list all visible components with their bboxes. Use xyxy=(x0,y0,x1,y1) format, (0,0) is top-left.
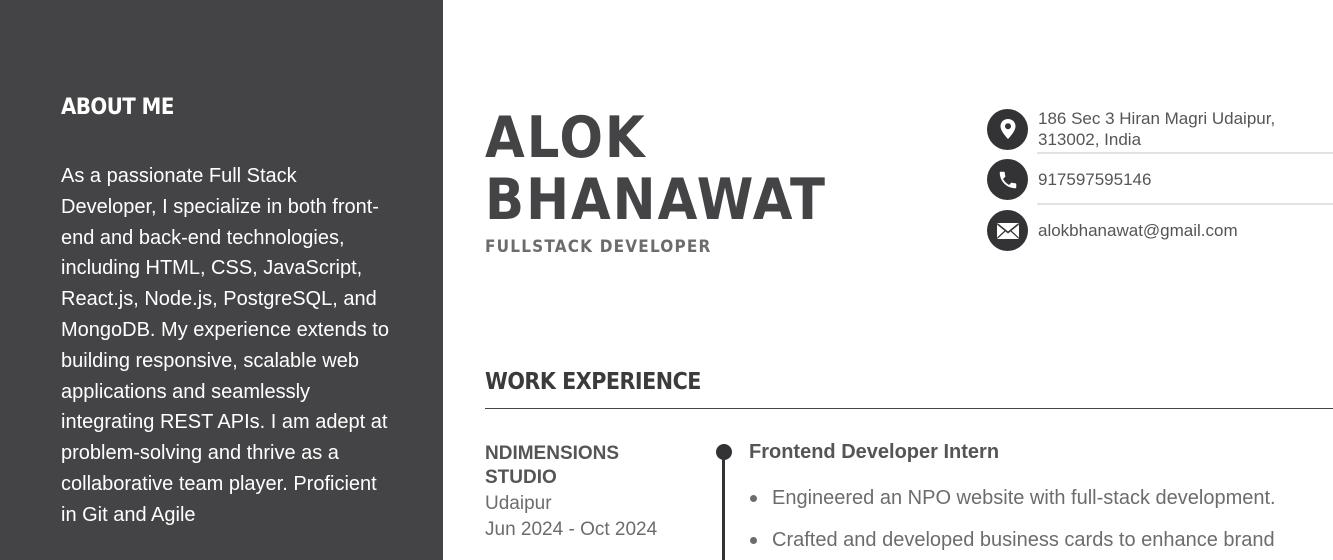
timeline-line xyxy=(722,455,725,560)
resume-page: About Me As a passionate Full Stack Deve… xyxy=(0,0,1333,560)
last-name: Bhanawat xyxy=(485,167,827,233)
section-divider xyxy=(485,408,1333,409)
work-experience-heading: Work Experience xyxy=(485,369,701,395)
phone-icon xyxy=(987,159,1028,200)
envelope-icon xyxy=(987,210,1028,251)
job-dates: Jun 2024 - Oct 2024 xyxy=(485,519,658,540)
company-name: NDimensions Studio xyxy=(485,443,620,488)
location-pin-icon xyxy=(987,108,1028,150)
contact-phone: 917597595146 xyxy=(987,159,1333,200)
candidate-name: Alok Bhanawat xyxy=(485,107,827,231)
about-me-heading: About Me xyxy=(61,95,174,120)
list-item: Engineered an NPO website with full-stac… xyxy=(749,486,1333,510)
email-link[interactable]: alokbhanawat@gmail.com xyxy=(1038,220,1333,241)
company-location: Udaipur xyxy=(485,493,552,514)
about-me-text: As a passionate Full Stack Developer, I … xyxy=(61,165,389,526)
job-title: Frontend Developer Intern xyxy=(749,441,1000,463)
address-text: 186 Sec 3 Hiran Magri Udaipur, 313002, I… xyxy=(1038,109,1276,149)
contact-divider xyxy=(1037,152,1333,154)
sidebar: About Me As a passionate Full Stack Deve… xyxy=(0,0,443,560)
job-bullets: Engineered an NPO website with full-stac… xyxy=(749,486,1333,560)
phone-text: 917597595146 xyxy=(1038,170,1152,189)
contact-divider xyxy=(1037,203,1333,205)
contact-email: alokbhanawat@gmail.com xyxy=(987,210,1333,251)
list-item: Crafted and developed business cards to … xyxy=(749,528,1333,552)
job-role-title: Fullstack Developer xyxy=(485,237,712,257)
contact-address: 186 Sec 3 Hiran Magri Udaipur, 313002, I… xyxy=(987,108,1333,150)
first-name: Alok xyxy=(485,105,647,171)
